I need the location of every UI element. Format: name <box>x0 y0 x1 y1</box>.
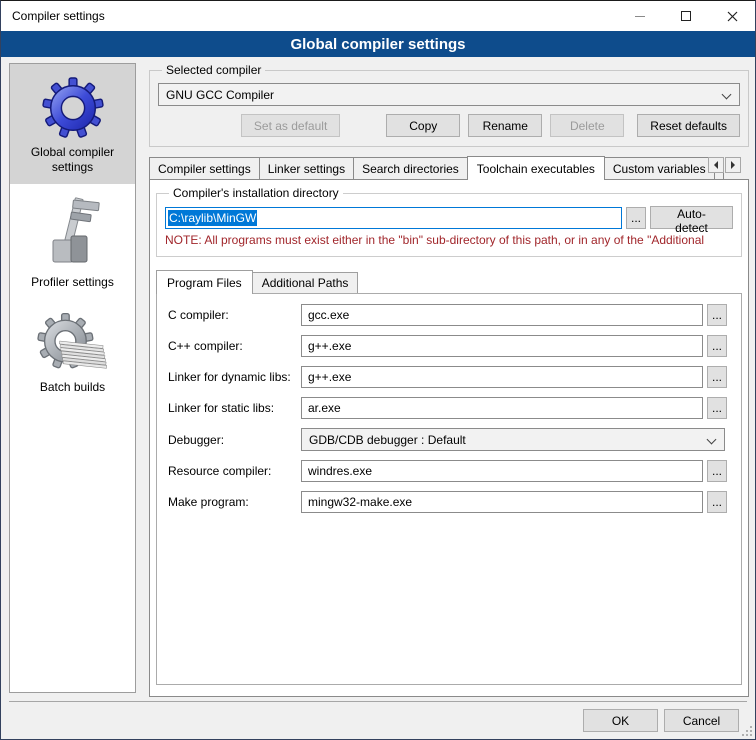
tab-toolchain-executables[interactable]: Toolchain executables <box>467 156 605 180</box>
cancel-button[interactable]: Cancel <box>664 709 739 732</box>
linker-static-browse-button[interactable]: ... <box>707 397 727 419</box>
title-bar: Compiler settings <box>1 1 755 31</box>
compiler-select[interactable]: GNU GCC Compiler <box>158 83 740 106</box>
selected-compiler-group-label: Selected compiler <box>162 63 265 77</box>
sidebar-item-label: Batch builds <box>13 380 132 395</box>
cpp-compiler-label: C++ compiler: <box>168 339 301 353</box>
sidebar-item-profiler-settings[interactable]: Profiler settings <box>10 184 135 299</box>
selected-compiler-group: Selected compiler GNU GCC Compiler Set a… <box>149 63 749 147</box>
program-files-page: C compiler: ... C++ compiler: ... Linker… <box>156 293 742 685</box>
sidebar-item-label: Global compiler settings <box>13 145 132 175</box>
installation-directory-browse-button[interactable]: ... <box>626 207 646 229</box>
debugger-select[interactable]: GDB/CDB debugger : Default <box>301 428 725 451</box>
make-program-label: Make program: <box>168 495 301 509</box>
settings-category-list: Global compiler settings Profiler settin… <box>9 63 136 693</box>
compiler-select-value: GNU GCC Compiler <box>166 88 274 102</box>
gear-blue-icon <box>13 76 132 140</box>
auto-detect-button[interactable]: Auto-detect <box>650 206 733 229</box>
cpp-compiler-input[interactable] <box>301 335 703 357</box>
maximize-icon <box>681 11 691 21</box>
debugger-row: Debugger: GDB/CDB debugger : Default <box>168 428 730 451</box>
make-program-input[interactable] <box>301 491 703 513</box>
cpp-compiler-browse-button[interactable]: ... <box>707 335 727 357</box>
c-compiler-browse-button[interactable]: ... <box>707 304 727 326</box>
compiler-settings-dialog: Compiler settings Global compiler settin… <box>0 0 756 740</box>
close-icon <box>727 11 738 22</box>
rename-button[interactable]: Rename <box>468 114 542 137</box>
installation-directory-input[interactable]: C:\raylib\MinGW <box>165 207 622 229</box>
close-button[interactable] <box>709 1 755 31</box>
c-compiler-input[interactable] <box>301 304 703 326</box>
linker-dynamic-row: Linker for dynamic libs: ... <box>168 366 730 388</box>
compiler-buttons-row: Set as default Copy Rename Delete Reset … <box>158 114 740 137</box>
tab-scroll-left-button[interactable] <box>708 157 724 173</box>
installation-directory-group: Compiler's installation directory C:\ray… <box>156 186 742 257</box>
program-files-tabstrip: Program Files Additional Paths <box>156 268 742 293</box>
linker-dynamic-input[interactable] <box>301 366 703 388</box>
cpp-compiler-row: C++ compiler: ... <box>168 335 730 357</box>
copy-button[interactable]: Copy <box>386 114 460 137</box>
installation-directory-row: C:\raylib\MinGW ... Auto-detect <box>165 206 733 229</box>
maximize-button[interactable] <box>663 1 709 31</box>
resize-grip[interactable] <box>742 726 752 736</box>
linker-dynamic-label: Linker for dynamic libs: <box>168 370 301 384</box>
footer-separator <box>9 701 747 702</box>
debugger-select-value: GDB/CDB debugger : Default <box>309 433 466 447</box>
make-program-browse-button[interactable]: ... <box>707 491 727 513</box>
tab-linker-settings[interactable]: Linker settings <box>259 157 354 179</box>
linker-static-input[interactable] <box>301 397 703 419</box>
footer-buttons: OK Cancel <box>583 709 739 732</box>
linker-static-row: Linker for static libs: ... <box>168 397 730 419</box>
tab-custom-variables[interactable]: Custom variables <box>604 157 715 179</box>
arrow-right-icon <box>731 161 735 169</box>
tab-scroll-arrows <box>708 157 741 173</box>
settings-tabstrip: Compiler settings Linker settings Search… <box>149 152 749 179</box>
sidebar-item-label: Profiler settings <box>13 275 132 290</box>
tab-scroll-right-button[interactable] <box>725 157 741 173</box>
resource-compiler-browse-button[interactable]: ... <box>707 460 727 482</box>
resource-compiler-row: Resource compiler: ... <box>168 460 730 482</box>
main-panel: Selected compiler GNU GCC Compiler Set a… <box>149 63 749 697</box>
titlebar-controls <box>617 1 755 31</box>
debugger-label: Debugger: <box>168 433 301 447</box>
gear-stack-icon <box>13 311 132 375</box>
reset-defaults-button[interactable]: Reset defaults <box>637 114 740 137</box>
linker-static-label: Linker for static libs: <box>168 401 301 415</box>
chevron-down-icon <box>707 435 717 445</box>
c-compiler-row: C compiler: ... <box>168 304 730 326</box>
minimize-button[interactable] <box>617 1 663 31</box>
dialog-banner: Global compiler settings <box>1 31 755 57</box>
tab-search-directories[interactable]: Search directories <box>353 157 468 179</box>
minimize-icon <box>635 16 645 17</box>
resource-compiler-label: Resource compiler: <box>168 464 301 478</box>
chevron-down-icon <box>722 90 732 100</box>
resource-compiler-input[interactable] <box>301 460 703 482</box>
make-program-row: Make program: ... <box>168 491 730 513</box>
subtab-program-files[interactable]: Program Files <box>156 270 253 294</box>
set-as-default-button[interactable]: Set as default <box>241 114 340 137</box>
subtab-additional-paths[interactable]: Additional Paths <box>252 272 359 293</box>
arrow-left-icon <box>714 161 718 169</box>
tab-compiler-settings[interactable]: Compiler settings <box>149 157 260 179</box>
window-title: Compiler settings <box>1 9 105 23</box>
banner-title: Global compiler settings <box>290 36 465 53</box>
ok-button[interactable]: OK <box>583 709 658 732</box>
sidebar-item-global-compiler-settings[interactable]: Global compiler settings <box>10 64 135 184</box>
installation-directory-group-label: Compiler's installation directory <box>169 186 343 200</box>
delete-button[interactable]: Delete <box>550 114 624 137</box>
linker-dynamic-browse-button[interactable]: ... <box>707 366 727 388</box>
c-compiler-label: C compiler: <box>168 308 301 322</box>
installation-directory-note: NOTE: All programs must exist either in … <box>165 233 733 247</box>
installation-directory-selected-text: C:\raylib\MinGW <box>168 210 257 226</box>
caliper-icon <box>13 196 132 270</box>
toolchain-executables-page: Compiler's installation directory C:\ray… <box>149 179 749 697</box>
sidebar-item-batch-builds[interactable]: Batch builds <box>10 299 135 404</box>
